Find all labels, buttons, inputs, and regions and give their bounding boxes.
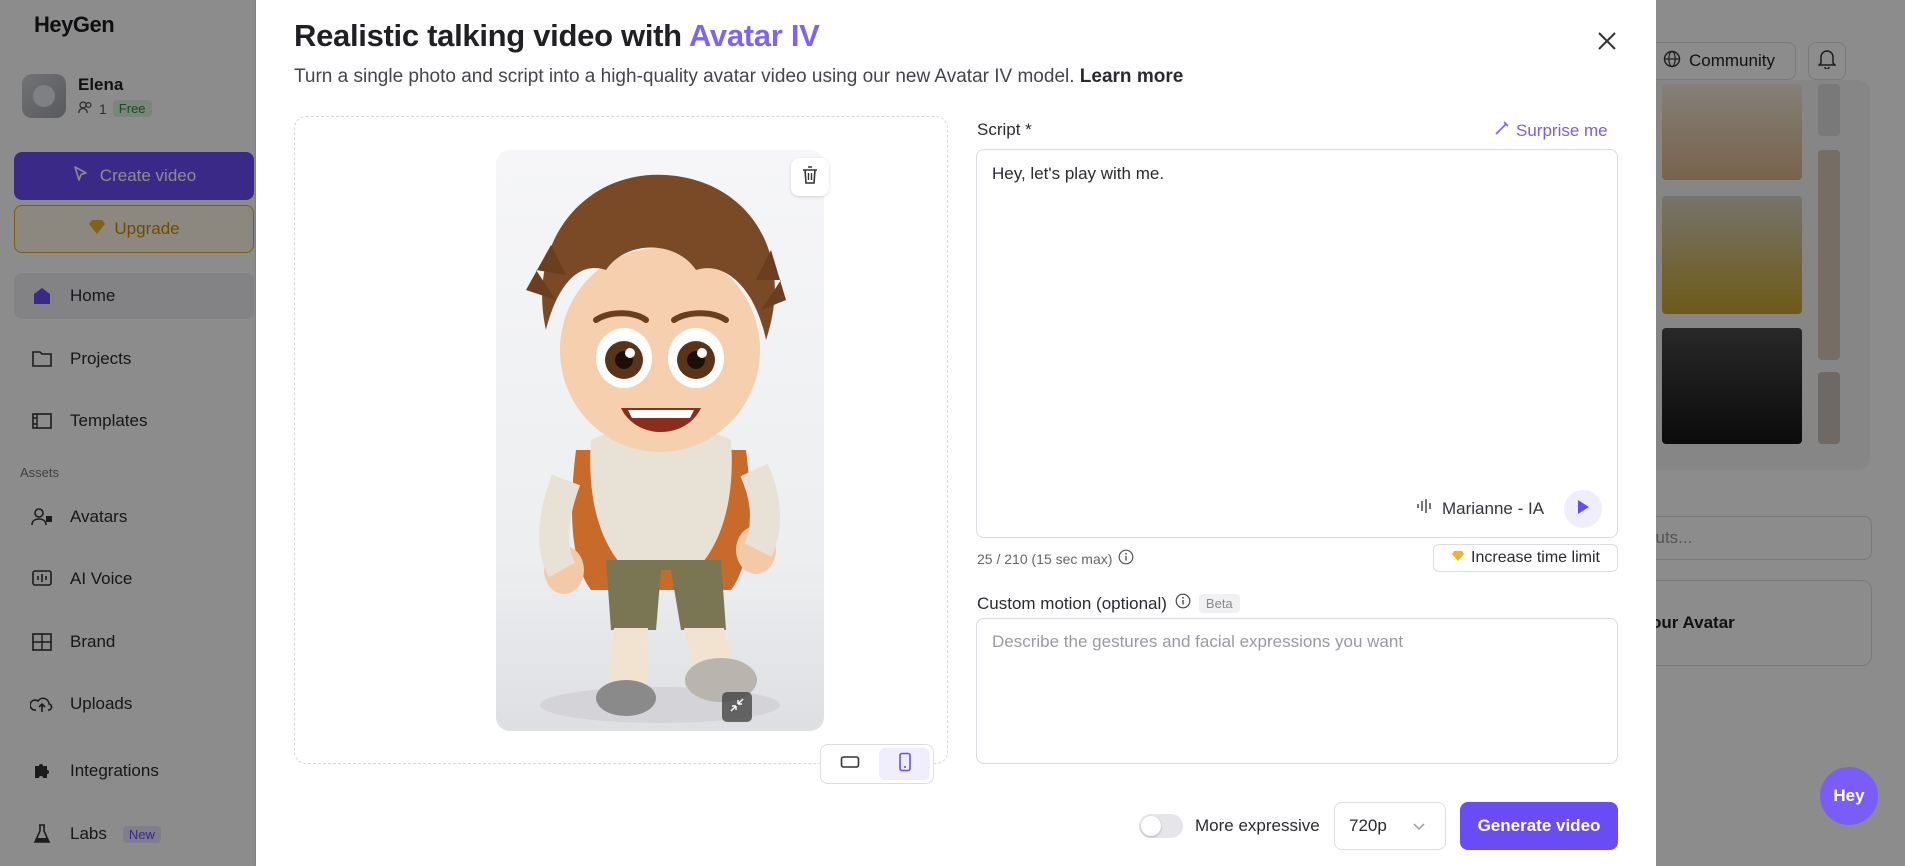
increase-time-limit-button[interactable]: Increase time limit (1433, 544, 1618, 572)
delete-photo-button[interactable] (791, 158, 829, 196)
chevron-down-icon (1413, 816, 1425, 836)
play-icon (1576, 499, 1590, 520)
learn-more-link[interactable]: Learn more (1080, 66, 1183, 87)
play-voice-button[interactable] (1564, 490, 1602, 528)
avatar-photo (496, 150, 824, 731)
trash-icon (801, 165, 819, 190)
voice-name: Marianne - IA (1442, 498, 1545, 518)
subtitle-text: Turn a single photo and script into a hi… (294, 66, 1075, 87)
char-count-text: 25 / 210 (15 sec max) (977, 550, 1113, 567)
title-accent: Avatar IV (688, 18, 820, 53)
photo-upload-area[interactable] (294, 116, 948, 764)
close-button[interactable] (1592, 28, 1622, 58)
surprise-me-label: Surprise me (1516, 120, 1608, 140)
expressive-label: More expressive (1195, 816, 1320, 835)
generate-video-button[interactable]: Generate video (1460, 802, 1618, 850)
close-icon (1596, 30, 1618, 57)
script-label: Script * (977, 120, 1032, 139)
portrait-option[interactable] (879, 748, 930, 780)
avatar-iv-modal: Realistic talking video with Avatar IV T… (256, 0, 1656, 866)
more-expressive-toggle[interactable]: More expressive (1139, 814, 1320, 838)
diamond-icon (1451, 549, 1465, 567)
help-chat-button[interactable]: Hey (1820, 767, 1878, 825)
info-icon[interactable] (1175, 593, 1191, 614)
info-icon[interactable] (1118, 549, 1134, 568)
title-prefix: Realistic talking video with (294, 18, 689, 53)
modal-title: Realistic talking video with Avatar IV (294, 18, 820, 54)
custom-motion-textarea[interactable]: Describe the gestures and facial express… (976, 618, 1618, 764)
surprise-me-button[interactable]: Surprise me (1494, 120, 1608, 141)
quality-select[interactable]: 720p (1334, 802, 1446, 850)
custom-motion-label: Custom motion (optional) Beta (977, 593, 1240, 614)
motion-label-text: Custom motion (optional) (977, 593, 1167, 613)
wand-icon (1494, 120, 1510, 141)
orientation-toggle (820, 744, 934, 784)
quality-value: 720p (1349, 816, 1387, 835)
waveform-icon (1416, 498, 1434, 519)
voice-selector[interactable]: Marianne - IA (1416, 498, 1544, 519)
landscape-icon (840, 755, 860, 774)
landscape-option[interactable] (824, 748, 875, 780)
script-textarea[interactable] (976, 149, 1618, 538)
beta-badge: Beta (1198, 594, 1240, 613)
portrait-icon (898, 752, 912, 777)
collapse-photo-button[interactable] (722, 692, 752, 722)
collapse-icon (730, 698, 744, 717)
script-text[interactable]: Hey, let's play with me. (992, 164, 1164, 184)
expressive-switch[interactable] (1139, 814, 1183, 838)
character-count: 25 / 210 (15 sec max) (977, 549, 1134, 568)
time-limit-label: Increase time limit (1471, 549, 1600, 566)
modal-subtitle: Turn a single photo and script into a hi… (294, 66, 1183, 88)
